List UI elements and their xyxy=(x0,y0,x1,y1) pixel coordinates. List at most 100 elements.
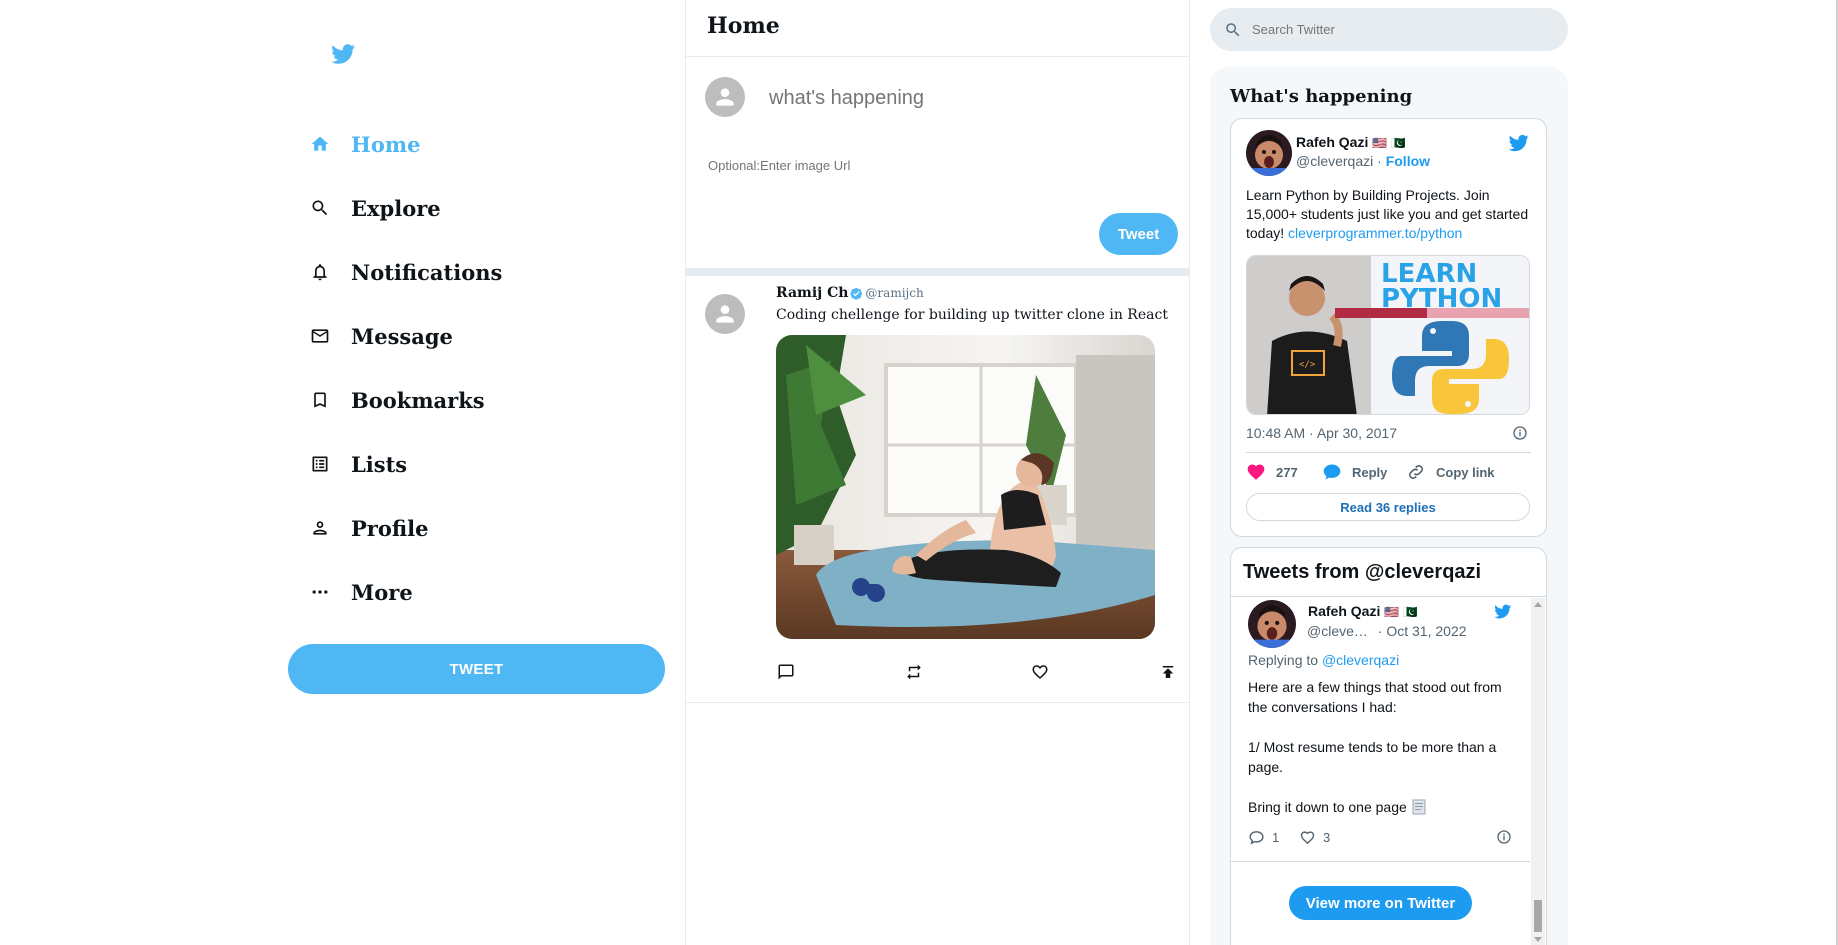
flag-icons: 🇺🇸 🇵🇰 xyxy=(1384,605,1418,619)
embed-reply-button[interactable]: Reply xyxy=(1322,462,1387,482)
timeline-divider xyxy=(1231,861,1530,862)
timeline-text-line: Bring it down to one page xyxy=(1248,797,1516,817)
sidebar-item-label: Lists xyxy=(351,451,408,477)
twitter-logo-icon[interactable] xyxy=(330,42,357,66)
embed-handle[interactable]: @cleverqazi xyxy=(1296,153,1373,169)
timeline-handle-row: @cleve… · Oct 31, 2022 xyxy=(1307,623,1467,639)
search-bar[interactable] xyxy=(1210,8,1568,51)
scrollbar-up-arrow[interactable] xyxy=(1534,602,1542,607)
reply-bubble-icon xyxy=(1322,462,1342,482)
flag-icons: 🇺🇸 🇵🇰 xyxy=(1372,136,1406,150)
timeline-handle[interactable]: @cleve… xyxy=(1307,623,1368,639)
follow-link[interactable]: Follow xyxy=(1386,153,1430,169)
image-url-input[interactable] xyxy=(706,155,1026,175)
embed-separator: · xyxy=(1377,153,1382,169)
embed-copy-link-label: Copy link xyxy=(1436,464,1495,480)
heart-filled-icon xyxy=(1246,462,1266,482)
list-icon xyxy=(309,453,331,475)
timeline-title[interactable]: Tweets from @cleverqazi xyxy=(1243,561,1481,584)
upload-icon xyxy=(1162,666,1174,678)
replying-prefix: Replying to xyxy=(1248,652,1319,668)
replying-to-link[interactable]: @cleverqazi xyxy=(1322,652,1399,668)
view-more-button[interactable]: View more on Twitter xyxy=(1289,886,1472,920)
sidebar-item-explore[interactable]: Explore xyxy=(309,186,441,230)
embed-like-button[interactable]: 277 xyxy=(1246,462,1298,482)
link-icon xyxy=(1406,462,1426,482)
timeline-author-name[interactable]: Rafeh Qazi xyxy=(1308,603,1380,619)
embed-media[interactable]: </> LEARN PYTHON xyxy=(1246,255,1530,415)
verified-badge-icon xyxy=(850,287,863,300)
embed-text: Learn Python by Building Projects. Join … xyxy=(1246,186,1534,243)
sidebar-item-bookmarks[interactable]: Bookmarks xyxy=(309,378,485,422)
sidebar-item-notifications[interactable]: Notifications xyxy=(309,250,502,294)
timeline-author: Rafeh Qazi 🇺🇸 🇵🇰 xyxy=(1308,603,1417,619)
like-button[interactable] xyxy=(1029,661,1051,683)
sidebar-item-message[interactable]: Message xyxy=(309,314,453,358)
timeline-like-button[interactable]: 3 xyxy=(1299,829,1330,846)
timeline-scrollbar[interactable] xyxy=(1531,598,1545,945)
heart-icon xyxy=(1032,665,1048,679)
timeline-reply-count: 1 xyxy=(1272,830,1280,845)
comment-button[interactable] xyxy=(775,661,797,683)
compose-input[interactable] xyxy=(767,82,1167,114)
search-icon xyxy=(309,197,331,219)
post-header: Ramij Ch @ramijch xyxy=(776,285,924,301)
timeline-text-line: 1/ Most resume tends to be more than a p… xyxy=(1248,739,1497,775)
feed-divider-right xyxy=(1189,0,1190,945)
sidebar-item-label: Bookmarks xyxy=(351,387,485,413)
scrollbar-down-arrow[interactable] xyxy=(1534,937,1542,942)
embed-like-count: 277 xyxy=(1276,464,1298,480)
timeline-avatar[interactable] xyxy=(1248,600,1296,648)
share-button[interactable] xyxy=(1157,661,1179,683)
timeline-date[interactable]: · Oct 31, 2022 xyxy=(1378,623,1467,639)
widgets-title: What's happening xyxy=(1230,86,1413,107)
timeline-text: Here are a few things that stood out fro… xyxy=(1248,677,1516,817)
post-divider xyxy=(686,702,1189,703)
sidebar-item-label: Message xyxy=(351,323,453,349)
comment-icon xyxy=(778,664,794,680)
compose-avatar xyxy=(705,77,745,117)
sidebar-item-label: Explore xyxy=(351,195,441,221)
timeline-text-last: Bring it down to one page xyxy=(1248,799,1407,815)
home-icon xyxy=(309,133,331,155)
post-avatar xyxy=(705,294,745,334)
embed-copy-link-button[interactable]: Copy link xyxy=(1406,462,1495,482)
embed-author-name[interactable]: Rafeh Qazi xyxy=(1296,134,1368,150)
more-icon xyxy=(309,581,331,603)
sidebar-item-lists[interactable]: Lists xyxy=(309,442,407,486)
post-handle: @ramijch xyxy=(865,286,924,300)
sidebar-item-profile[interactable]: Profile xyxy=(309,506,428,550)
timeline-like-count: 3 xyxy=(1323,830,1331,845)
twitter-bird-icon[interactable] xyxy=(1507,133,1531,153)
embed-timestamp[interactable]: 10:48 AM · Apr 30, 2017 xyxy=(1246,425,1397,441)
comment-icon xyxy=(1248,829,1265,846)
post-image[interactable] xyxy=(776,335,1155,639)
retweet-button[interactable] xyxy=(903,661,925,683)
read-replies-button[interactable]: Read 36 replies xyxy=(1246,493,1530,521)
media-text-python: PYTHON xyxy=(1381,284,1502,314)
embed-author: Rafeh Qazi 🇺🇸 🇵🇰 xyxy=(1296,134,1405,150)
embed-link[interactable]: cleverprogrammer.to/python xyxy=(1288,225,1462,241)
embed-avatar xyxy=(1246,130,1292,176)
timeline-reply-button[interactable]: 1 xyxy=(1248,829,1279,846)
compose-tweet-button[interactable]: Tweet xyxy=(1099,213,1178,255)
scrollbar-thumb[interactable] xyxy=(1534,900,1542,932)
sidebar-item-label: Home xyxy=(351,131,421,157)
bookmark-icon xyxy=(309,389,331,411)
post-text: Coding chellenge for building up twitter… xyxy=(776,307,1168,323)
sidebar-item-more[interactable]: More xyxy=(309,570,413,614)
sidebar-item-label: Profile xyxy=(351,515,429,541)
embed-handle-row: @cleverqazi · Follow xyxy=(1296,153,1430,169)
embed-reply-label: Reply xyxy=(1352,464,1388,480)
info-icon[interactable] xyxy=(1512,425,1528,441)
page-title: Home xyxy=(707,13,780,39)
timeline-header-divider xyxy=(1231,596,1546,597)
sidebar-item-home[interactable]: Home xyxy=(309,122,420,166)
info-icon[interactable] xyxy=(1496,829,1512,845)
svg-text:</>: </> xyxy=(1299,360,1316,370)
search-input[interactable] xyxy=(1250,21,1554,38)
sidebar-tweet-button[interactable]: TWEET xyxy=(288,644,665,694)
twitter-bird-icon[interactable] xyxy=(1493,603,1513,620)
feed-divider-left xyxy=(685,0,686,945)
person-icon xyxy=(309,517,331,539)
